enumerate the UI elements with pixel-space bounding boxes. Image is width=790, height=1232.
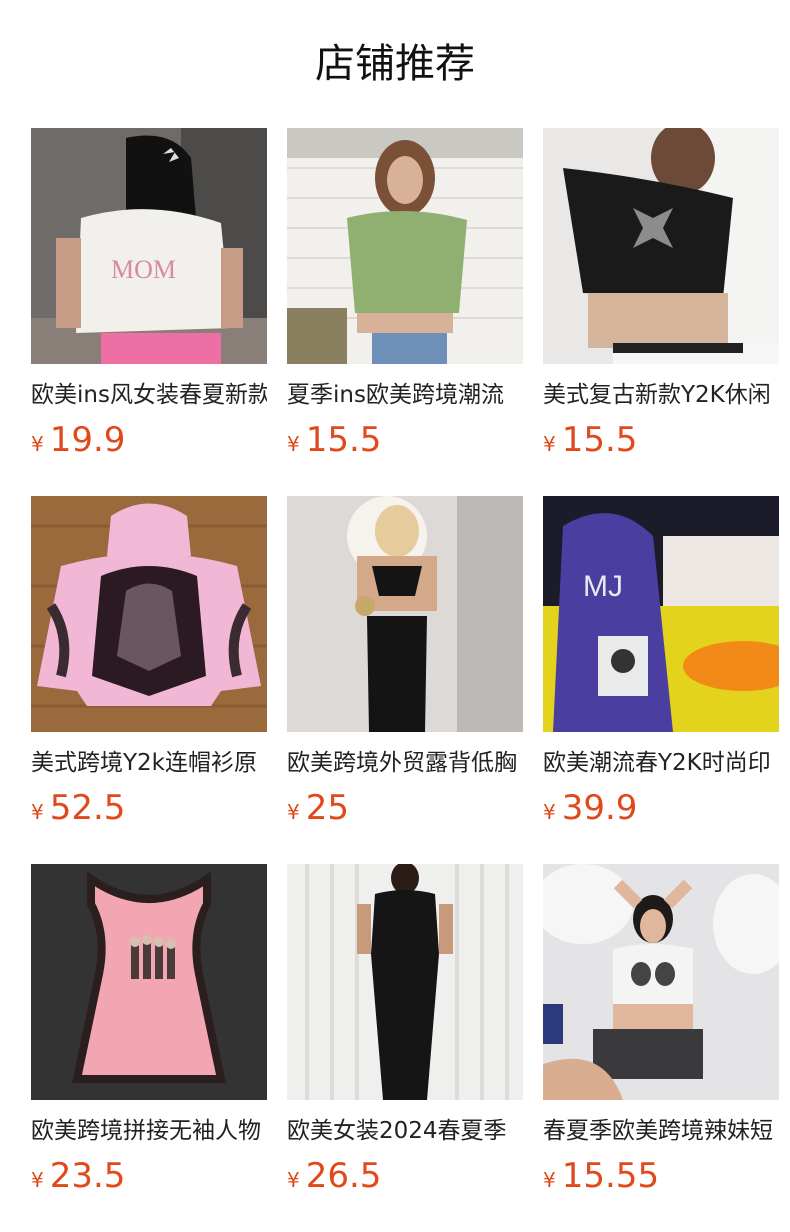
product-price: ¥25: [287, 788, 523, 828]
price-value: 23.5: [49, 1156, 126, 1196]
product-name[interactable]: 欧美女装2024春夏季: [287, 1116, 523, 1146]
product-image[interactable]: [543, 128, 779, 364]
product-price: ¥15.5: [287, 420, 523, 460]
product-image[interactable]: [31, 864, 267, 1100]
currency-symbol: ¥: [543, 432, 556, 456]
price-value: 26.5: [305, 1156, 382, 1196]
svg-text:MOM: MOM: [111, 255, 176, 284]
product-price: ¥19.9: [31, 420, 267, 460]
product-card[interactable]: 美式跨境Y2k连帽衫原 ¥52.5: [31, 496, 267, 864]
product-card[interactable]: 欧美跨境外贸露背低胸 ¥25: [287, 496, 523, 864]
price-value: 19.9: [49, 420, 126, 460]
product-price: ¥52.5: [31, 788, 267, 828]
product-price: ¥26.5: [287, 1156, 523, 1196]
product-name[interactable]: 美式跨境Y2k连帽衫原: [31, 748, 267, 778]
product-card[interactable]: MJ 欧美潮流春Y2K时尚印 ¥39.9: [543, 496, 779, 864]
currency-symbol: ¥: [31, 432, 44, 456]
price-value: 25: [305, 788, 349, 828]
price-value: 39.9: [561, 788, 638, 828]
product-image[interactable]: MJ: [543, 496, 779, 732]
product-card[interactable]: 欧美女装2024春夏季 ¥26.5: [287, 864, 523, 1232]
svg-text:MJ: MJ: [583, 570, 623, 603]
product-card[interactable]: MOM 欧美ins风女装春夏新款 ¥19.9: [31, 128, 267, 496]
currency-symbol: ¥: [543, 800, 556, 824]
currency-symbol: ¥: [31, 800, 44, 824]
product-price: ¥15.55: [543, 1156, 779, 1196]
product-card[interactable]: 欧美跨境拼接无袖人物 ¥23.5: [31, 864, 267, 1232]
section-title: 店铺推荐: [315, 41, 475, 87]
product-image[interactable]: MOM: [31, 128, 267, 364]
product-price: ¥15.5: [543, 420, 779, 460]
product-name[interactable]: 欧美跨境拼接无袖人物: [31, 1116, 267, 1146]
product-image[interactable]: [287, 864, 523, 1100]
product-name[interactable]: 春夏季欧美跨境辣妹短: [543, 1116, 779, 1146]
product-price: ¥23.5: [31, 1156, 267, 1196]
price-value: 15.5: [305, 420, 382, 460]
product-image[interactable]: [287, 496, 523, 732]
product-grid: MOM 欧美ins风女装春夏新款 ¥19.9 夏季ins欧美跨境潮流 ¥ 15.…: [31, 128, 779, 1232]
currency-symbol: ¥: [287, 432, 300, 456]
product-name[interactable]: 美式复古新款Y2K休闲: [543, 380, 779, 410]
currency-symbol: ¥: [287, 800, 300, 824]
currency-symbol: ¥: [287, 1168, 300, 1192]
product-image[interactable]: [543, 864, 779, 1100]
product-price: ¥39.9: [543, 788, 779, 828]
product-name[interactable]: 欧美ins风女装春夏新款: [31, 380, 267, 410]
product-name[interactable]: 欧美跨境外贸露背低胸: [287, 748, 523, 778]
product-name[interactable]: 夏季ins欧美跨境潮流: [287, 380, 523, 410]
currency-symbol: ¥: [31, 1168, 44, 1192]
product-card[interactable]: 美式复古新款Y2K休闲 ¥15.5: [543, 128, 779, 496]
product-card[interactable]: 夏季ins欧美跨境潮流 ¥15.5: [287, 128, 523, 496]
currency-symbol: ¥: [543, 1168, 556, 1192]
product-image[interactable]: [287, 128, 523, 364]
price-value: 15.5: [561, 420, 638, 460]
product-image[interactable]: [31, 496, 267, 732]
product-name[interactable]: 欧美潮流春Y2K时尚印: [543, 748, 779, 778]
shop-recommendation-page: 店铺推荐 MOM 欧美ins风女装春夏新款 ¥ 19.9 夏季ins欧美跨境潮流…: [0, 0, 790, 1232]
price-value: 15.55: [561, 1156, 660, 1196]
price-value: 52.5: [49, 788, 126, 828]
product-card[interactable]: 春夏季欧美跨境辣妹短 ¥15.55: [543, 864, 779, 1232]
